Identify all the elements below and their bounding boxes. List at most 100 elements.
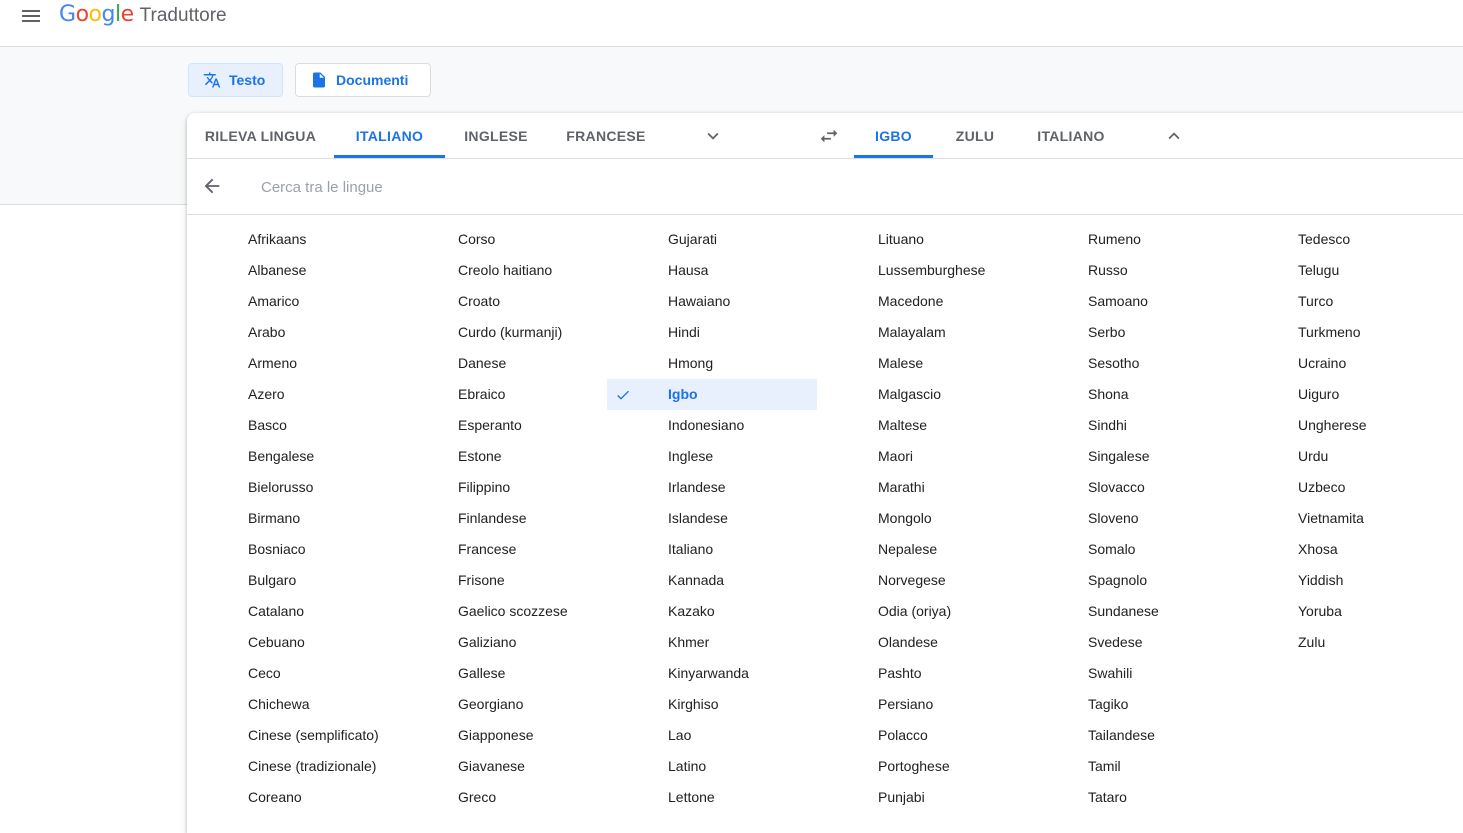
language-option[interactable]: Greco — [397, 782, 607, 813]
language-option[interactable]: Sindhi — [1027, 410, 1237, 441]
language-option[interactable]: Vietnamita — [1237, 503, 1447, 534]
language-option[interactable]: Bosniaco — [187, 534, 397, 565]
language-option[interactable]: Hawaiano — [607, 286, 817, 317]
language-option[interactable]: Kirghiso — [607, 689, 817, 720]
language-option[interactable]: Mongolo — [817, 503, 1027, 534]
language-option[interactable]: Polacco — [817, 720, 1027, 751]
language-option[interactable]: Russo — [1027, 255, 1237, 286]
language-option[interactable]: Bengalese — [187, 441, 397, 472]
language-option[interactable]: Kinyarwanda — [607, 658, 817, 689]
language-option[interactable]: Albanese — [187, 255, 397, 286]
language-option[interactable]: Yoruba — [1237, 596, 1447, 627]
language-option[interactable]: Creolo haitiano — [397, 255, 607, 286]
language-option[interactable]: Corso — [397, 224, 607, 255]
language-search-input[interactable] — [259, 173, 863, 201]
language-option[interactable]: Islandese — [607, 503, 817, 534]
language-option[interactable]: Lituano — [817, 224, 1027, 255]
language-option[interactable]: Inglese — [607, 441, 817, 472]
language-option[interactable]: Yiddish — [1237, 565, 1447, 596]
tab-source-french[interactable]: FRANCESE — [547, 113, 665, 158]
language-option[interactable]: Ceco — [187, 658, 397, 689]
language-option[interactable]: Malayalam — [817, 317, 1027, 348]
language-option[interactable]: Sundanese — [1027, 596, 1237, 627]
language-option[interactable]: Catalano — [187, 596, 397, 627]
language-option[interactable]: Finlandese — [397, 503, 607, 534]
tab-target-zulu[interactable]: ZULU — [933, 113, 1017, 158]
language-option[interactable]: Gaelico scozzese — [397, 596, 607, 627]
language-option[interactable]: Ebraico — [397, 379, 607, 410]
language-option[interactable]: Somalo — [1027, 534, 1237, 565]
google-translate-logo[interactable]: Google Traduttore — [59, 2, 227, 30]
language-option[interactable]: Francese — [397, 534, 607, 565]
language-option[interactable]: Cinese (semplificato) — [187, 720, 397, 751]
language-option[interactable]: Birmano — [187, 503, 397, 534]
language-option[interactable]: Ungherese — [1237, 410, 1447, 441]
language-option[interactable]: Serbo — [1027, 317, 1237, 348]
language-option[interactable]: Odia (oriya) — [817, 596, 1027, 627]
swap-languages-button[interactable] — [811, 123, 847, 149]
language-option[interactable]: Coreano — [187, 782, 397, 813]
source-more-languages-button[interactable] — [695, 123, 731, 149]
language-option[interactable]: Hausa — [607, 255, 817, 286]
language-option[interactable]: Maltese — [817, 410, 1027, 441]
language-option[interactable]: Norvegese — [817, 565, 1027, 596]
text-mode-button[interactable]: Testo — [188, 63, 283, 97]
target-language-list-toggle[interactable] — [1156, 123, 1192, 149]
language-option[interactable]: Filippino — [397, 472, 607, 503]
language-option[interactable]: Sloveno — [1027, 503, 1237, 534]
language-option[interactable]: Basco — [187, 410, 397, 441]
language-option[interactable]: Urdu — [1237, 441, 1447, 472]
language-option[interactable]: Macedone — [817, 286, 1027, 317]
tab-source-detect[interactable]: RILEVA LINGUA — [187, 113, 334, 158]
language-option[interactable]: Indonesiano — [607, 410, 817, 441]
language-option[interactable]: Irlandese — [607, 472, 817, 503]
language-option[interactable]: Kannada — [607, 565, 817, 596]
tab-source-english[interactable]: INGLESE — [445, 113, 547, 158]
language-option[interactable]: Giapponese — [397, 720, 607, 751]
language-option[interactable]: Tataro — [1027, 782, 1237, 813]
language-option[interactable]: Telugu — [1237, 255, 1447, 286]
tab-target-igbo[interactable]: IGBO — [854, 113, 933, 158]
language-option[interactable]: Latino — [607, 751, 817, 782]
language-option[interactable]: Lao — [607, 720, 817, 751]
language-option[interactable]: Malese — [817, 348, 1027, 379]
language-option[interactable]: Singalese — [1027, 441, 1237, 472]
language-option[interactable]: Ucraino — [1237, 348, 1447, 379]
language-option[interactable]: Olandese — [817, 627, 1027, 658]
documents-mode-button[interactable]: Documenti — [295, 63, 431, 97]
language-option[interactable]: Sesotho — [1027, 348, 1237, 379]
language-option[interactable]: Bulgaro — [187, 565, 397, 596]
language-option[interactable]: Spagnolo — [1027, 565, 1237, 596]
language-option[interactable]: Frisone — [397, 565, 607, 596]
language-option[interactable]: Hmong — [607, 348, 817, 379]
language-option[interactable]: Gallese — [397, 658, 607, 689]
language-option[interactable]: Rumeno — [1027, 224, 1237, 255]
language-option[interactable]: Hindi — [607, 317, 817, 348]
language-option[interactable]: Amarico — [187, 286, 397, 317]
language-option[interactable]: Igbo — [607, 379, 817, 410]
language-option[interactable]: Zulu — [1237, 627, 1447, 658]
language-option[interactable]: Azero — [187, 379, 397, 410]
language-option[interactable]: Lussemburghese — [817, 255, 1027, 286]
language-option[interactable]: Georgiano — [397, 689, 607, 720]
language-option[interactable]: Samoano — [1027, 286, 1237, 317]
language-option[interactable]: Nepalese — [817, 534, 1027, 565]
language-option[interactable]: Armeno — [187, 348, 397, 379]
language-option[interactable]: Giavanese — [397, 751, 607, 782]
language-option[interactable]: Turkmeno — [1237, 317, 1447, 348]
language-option[interactable]: Khmer — [607, 627, 817, 658]
language-option[interactable]: Gujarati — [607, 224, 817, 255]
main-menu-icon[interactable] — [20, 4, 42, 26]
language-option[interactable]: Curdo (kurmanji) — [397, 317, 607, 348]
tab-source-italian[interactable]: ITALIANO — [334, 113, 445, 158]
language-option[interactable]: Cinese (tradizionale) — [187, 751, 397, 782]
language-option[interactable]: Swahili — [1027, 658, 1237, 689]
language-option[interactable]: Chichewa — [187, 689, 397, 720]
language-option[interactable]: Croato — [397, 286, 607, 317]
language-option[interactable]: Galiziano — [397, 627, 607, 658]
language-option[interactable]: Afrikaans — [187, 224, 397, 255]
language-option[interactable]: Marathi — [817, 472, 1027, 503]
language-option[interactable]: Xhosa — [1237, 534, 1447, 565]
tab-target-italian[interactable]: ITALIANO — [1017, 113, 1125, 158]
language-option[interactable]: Slovacco — [1027, 472, 1237, 503]
